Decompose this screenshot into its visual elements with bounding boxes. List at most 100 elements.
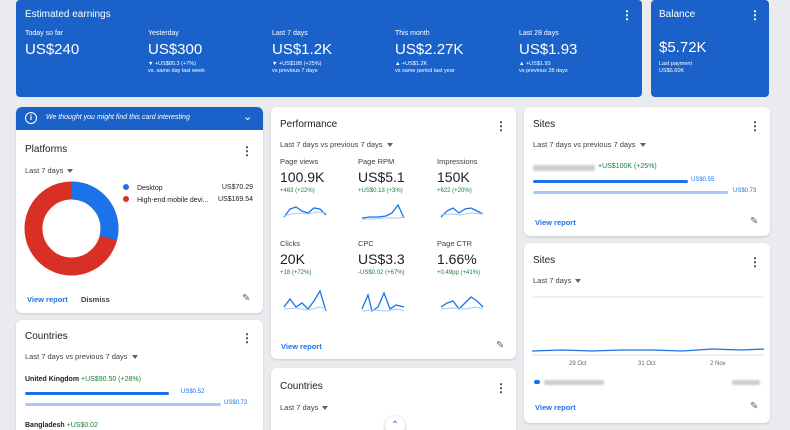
sites-view-report-link[interactable]: View report — [535, 403, 576, 412]
platforms-range-label: Last 7 days — [25, 166, 64, 175]
sites-title: Sites — [533, 255, 556, 266]
legend-item-mobile[interactable]: High-end mobile devi... US$169.54 — [123, 196, 257, 204]
chevron-down-icon[interactable]: ⌄ — [243, 110, 252, 123]
pin-icon[interactable]: ✎ — [750, 216, 758, 227]
countries-card-mid: Countries ⋮ Last 7 days ⌃ — [271, 368, 516, 430]
earnings-item-last7[interactable]: Last 7 days US$1.2K ▼ +US$188 (+25%) vs … — [272, 30, 387, 74]
site-previous-value: US$0.73 — [733, 188, 757, 194]
performance-range-select[interactable]: Last 7 days vs previous 7 days — [280, 140, 393, 149]
earnings-value: US$240 — [25, 41, 80, 58]
platforms-menu-icon[interactable]: ⋮ — [241, 144, 253, 158]
legend-value: US$70.29 — [221, 184, 253, 191]
metric-delta: +0.49pp (+41%) — [437, 270, 481, 276]
metric-label: CPC — [358, 239, 374, 248]
sites-menu-icon[interactable]: ⋮ — [749, 255, 761, 269]
earnings-note: vs. same day last week — [148, 68, 205, 74]
metric-value: 20K — [280, 251, 305, 267]
chart-series-line — [532, 348, 764, 352]
countries-menu-icon[interactable]: ⋮ — [495, 381, 507, 395]
sites-card-top: Sites ⋮ Last 7 days vs previous 7 days +… — [524, 107, 770, 236]
earnings-delta: ▼ +US$188 (+25%) — [272, 61, 322, 67]
metric-delta: +463 (+22%) — [280, 188, 315, 194]
metric-label: Impressions — [437, 157, 478, 166]
metric-delta: +US$0.13 (+3%) — [358, 188, 403, 194]
countries-card-left: Countries ⋮ Last 7 days vs previous 7 da… — [16, 320, 263, 430]
metric-label: Page RPM — [358, 157, 395, 166]
countries-range-label: Last 7 days vs previous 7 days — [25, 352, 128, 361]
earnings-value: US$2.27K — [395, 41, 464, 58]
chart-x-tick: 2 Nov — [710, 361, 726, 367]
earnings-menu-icon[interactable]: ⋮ — [621, 8, 633, 22]
platforms-dismiss-button[interactable]: Dismiss — [81, 295, 110, 304]
performance-view-report-link[interactable]: View report — [281, 342, 322, 351]
legend-value: US$169.54 — [217, 196, 253, 203]
countries-menu-icon[interactable]: ⋮ — [241, 331, 253, 345]
legend-dot-icon — [123, 196, 129, 202]
legend-dot-icon — [123, 184, 129, 190]
sites-range-label: Last 7 days — [533, 276, 572, 285]
balance-note-value: US$6.60K — [659, 68, 685, 74]
earnings-value: US$1.93 — [519, 41, 578, 58]
sites-card-bottom: Sites ⋮ Last 7 days 29 Oct 31 Oct 2 Nov … — [524, 243, 770, 423]
earnings-item-month[interactable]: This month US$2.27K ▲ +US$1.2K vs same p… — [395, 30, 510, 74]
metric-page-rpm[interactable]: Page RPM US$5.1 +US$0.13 (+3%) — [358, 157, 434, 229]
metric-delta: +18 (+72%) — [280, 270, 312, 276]
metric-page-views[interactable]: Page views 100.9K +463 (+22%) — [280, 157, 354, 229]
country-previous-bar — [25, 403, 221, 406]
tip-banner[interactable]: i We thought you might find this card in… — [16, 107, 263, 130]
metric-cpc[interactable]: CPC US$3.3 -US$0.02 (+67%) — [358, 239, 434, 321]
sites-range-select[interactable]: Last 7 days vs previous 7 days — [533, 140, 646, 149]
metric-label: Page CTR — [437, 239, 473, 248]
scroll-up-button[interactable]: ⌃ — [385, 416, 405, 430]
earnings-item-last28[interactable]: Last 28 days US$1.93 ▲ +US$1.93 vs previ… — [519, 30, 634, 74]
country-row-uk[interactable]: United Kingdom +US$90.50 (+28%) — [25, 376, 255, 383]
metric-sparkline — [440, 296, 484, 310]
chart-x-tick: 31 Oct — [638, 361, 656, 367]
legend-name: Desktop — [136, 185, 163, 192]
earnings-value: US$1.2K — [272, 41, 333, 58]
tip-text: We thought you might find this card inte… — [46, 114, 190, 121]
balance-note-label: Last payment — [659, 61, 693, 67]
metric-page-ctr[interactable]: Page CTR 1.66% +0.49pp (+41%) — [437, 239, 512, 321]
balance-card[interactable]: Balance ⋮ $5.72K Last payment US$6.60K — [651, 0, 769, 97]
metric-clicks[interactable]: Clicks 20K +18 (+72%) — [280, 239, 354, 321]
performance-menu-icon[interactable]: ⋮ — [495, 119, 507, 133]
earnings-label: Last 28 days — [519, 30, 559, 37]
metric-impressions[interactable]: Impressions 150K +622 (+20%) — [437, 157, 512, 229]
country-current-value: US$0.52 — [181, 389, 205, 395]
pin-icon[interactable]: ✎ — [496, 340, 504, 351]
platforms-range-select[interactable]: Last 7 days — [25, 166, 74, 175]
country-row-bangladesh[interactable]: Bangladesh +US$0.02 — [25, 422, 255, 429]
countries-title: Countries — [280, 381, 323, 392]
platforms-donut-chart[interactable] — [24, 181, 119, 276]
earnings-note: vs same period last year — [395, 68, 455, 74]
site-delta: +US$100K (+25%) — [598, 163, 657, 170]
sites-view-report-link[interactable]: View report — [535, 218, 576, 227]
performance-range-label: Last 7 days vs previous 7 days — [280, 140, 383, 149]
caret-down-icon — [131, 355, 138, 360]
balance-menu-icon[interactable]: ⋮ — [749, 8, 761, 22]
platforms-view-report-link[interactable]: View report — [27, 295, 68, 304]
sites-trend-chart[interactable] — [532, 293, 764, 363]
site-previous-bar — [533, 191, 728, 194]
metric-label: Clicks — [280, 239, 300, 248]
earnings-label: This month — [395, 30, 430, 37]
site-name-redacted — [544, 380, 604, 385]
earnings-item-today[interactable]: Today so far US$240 — [25, 30, 140, 58]
countries-range-select[interactable]: Last 7 days — [280, 403, 329, 412]
pin-icon[interactable]: ✎ — [750, 401, 758, 412]
earnings-delta: ▲ +US$1.2K — [395, 61, 428, 67]
metric-sparkline — [361, 291, 405, 313]
earnings-delta: ▼ +US$80.3 (+7%) — [148, 61, 196, 67]
legend-item-desktop[interactable]: Desktop US$70.29 — [123, 184, 257, 192]
earnings-note: vs previous 28 days — [519, 68, 568, 74]
earnings-item-yesterday[interactable]: Yesterday US$300 ▼ +US$80.3 (+7%) vs. sa… — [148, 30, 263, 74]
pin-icon[interactable]: ✎ — [242, 293, 250, 304]
sites-range-select[interactable]: Last 7 days — [533, 276, 582, 285]
sites-menu-icon[interactable]: ⋮ — [749, 119, 761, 133]
series-legend-dot-icon — [534, 380, 540, 384]
countries-range-label: Last 7 days — [280, 403, 319, 412]
platforms-card: i We thought you might find this card in… — [16, 107, 263, 313]
countries-range-select[interactable]: Last 7 days vs previous 7 days — [25, 352, 138, 361]
country-name: Bangladesh — [25, 422, 65, 429]
